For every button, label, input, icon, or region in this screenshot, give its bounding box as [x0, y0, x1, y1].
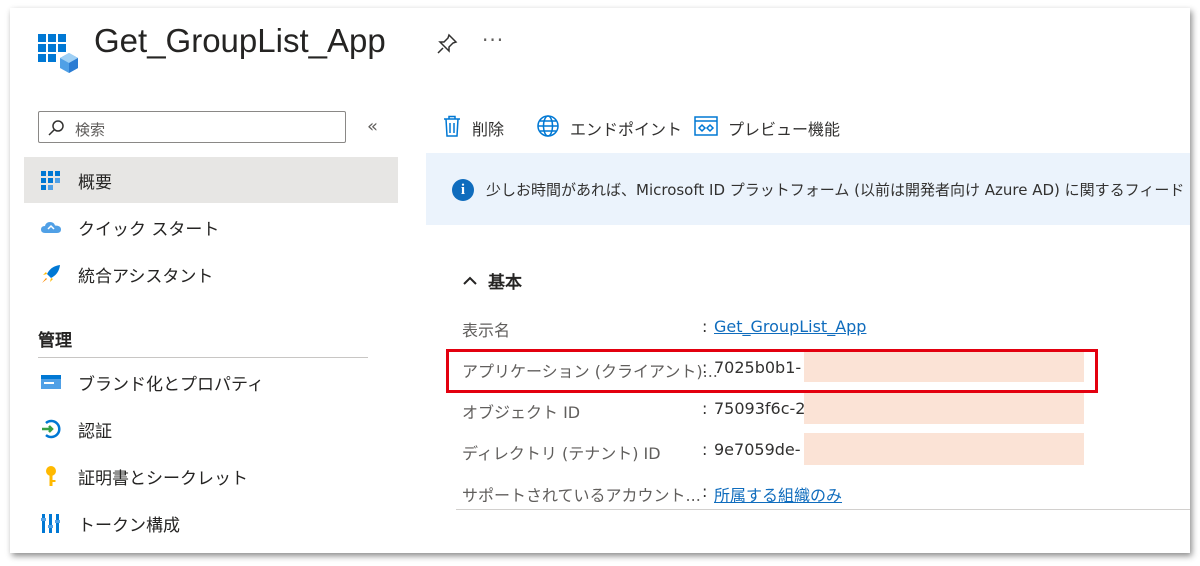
pin-icon[interactable]	[435, 32, 459, 56]
preview-features-icon	[694, 115, 718, 141]
essentials-title: 基本	[488, 273, 522, 293]
sidebar-item-label: 統合アシスタント	[78, 266, 214, 287]
sidebar-item-overview[interactable]: 概要	[24, 157, 398, 203]
sidebar-item-authentication[interactable]: 認証	[24, 406, 398, 452]
app-registration-icon	[38, 30, 78, 74]
endpoints-button[interactable]: エンドポイント	[536, 114, 683, 142]
manage-section-title: 管理	[38, 331, 72, 351]
search-input[interactable]: 検索	[38, 111, 346, 143]
sidebar-item-label: 認証	[78, 421, 112, 442]
sidebar-item-label: クイック スタート	[78, 219, 220, 240]
sidebar-item-certificates[interactable]: 証明書とシークレット	[24, 453, 398, 499]
app-window: Get_GroupList_App ··· 検索 « 概要 クイック スタート …	[10, 8, 1190, 553]
sidebar-item-quickstart[interactable]: クイック スタート	[24, 204, 398, 250]
search-placeholder: 検索	[75, 121, 106, 139]
info-icon: i	[452, 179, 474, 201]
delete-label: 削除	[472, 120, 505, 139]
page-title: Get_GroupList_App	[94, 22, 386, 59]
token-icon	[40, 512, 62, 534]
sidebar-item-label: 概要	[78, 172, 112, 193]
sidebar-item-label: 証明書とシークレット	[78, 468, 248, 489]
section-divider	[38, 357, 368, 358]
separator: :	[702, 482, 708, 501]
rocket-icon	[40, 263, 62, 285]
redaction-box	[804, 392, 1084, 424]
essentials-divider	[456, 509, 1190, 510]
banner-text: 少しお時間があれば、Microsoft ID プラットフォーム (以前は開発者向…	[486, 181, 1185, 199]
delete-button[interactable]: 削除	[442, 115, 505, 141]
display-name-link[interactable]: Get_GroupList_App	[714, 317, 866, 336]
search-icon	[47, 119, 65, 137]
redaction-box	[804, 433, 1084, 465]
sidebar-item-token-configuration[interactable]: トークン構成	[24, 500, 398, 546]
supported-accounts-link[interactable]: 所属する組織のみ	[714, 482, 842, 506]
key-icon	[40, 465, 62, 487]
preview-features-button[interactable]: プレビュー機能	[694, 116, 840, 140]
endpoints-label: エンドポイント	[570, 120, 683, 139]
branding-icon	[40, 371, 62, 393]
preview-features-label: プレビュー機能	[728, 120, 841, 139]
highlight-annotation	[446, 349, 1098, 393]
more-options-button[interactable]: ···	[482, 28, 504, 52]
globe-icon	[536, 114, 560, 142]
authentication-icon	[40, 418, 62, 440]
sidebar-item-integration-assistant[interactable]: 統合アシスタント	[24, 251, 398, 297]
tenant-id-value: 9e7059de-	[714, 440, 801, 459]
object-id-value: 75093f6c-2	[714, 399, 806, 418]
sidebar-item-branding[interactable]: ブランド化とプロパティ	[24, 359, 398, 405]
cloud-icon	[40, 216, 62, 238]
supported-accounts-label: サポートされているアカウント...	[462, 486, 701, 505]
trash-icon	[442, 115, 462, 141]
feedback-banner: i 少しお時間があれば、Microsoft ID プラットフォーム (以前は開発…	[426, 153, 1190, 225]
display-name-label: 表示名	[462, 321, 511, 340]
tenant-id-label: ディレクトリ (テナント) ID	[462, 444, 661, 463]
object-id-label: オブジェクト ID	[462, 403, 581, 422]
sidebar-item-label: トークン構成	[78, 515, 180, 536]
sidebar-item-label: ブランド化とプロパティ	[78, 374, 264, 395]
collapse-sidebar-button[interactable]: «	[367, 116, 378, 137]
separator: :	[702, 399, 708, 418]
essentials-toggle[interactable]: 基本	[462, 268, 522, 293]
separator: :	[702, 440, 708, 459]
separator: :	[702, 317, 708, 336]
overview-grid-icon	[40, 169, 62, 191]
chevron-up-icon	[462, 273, 478, 289]
